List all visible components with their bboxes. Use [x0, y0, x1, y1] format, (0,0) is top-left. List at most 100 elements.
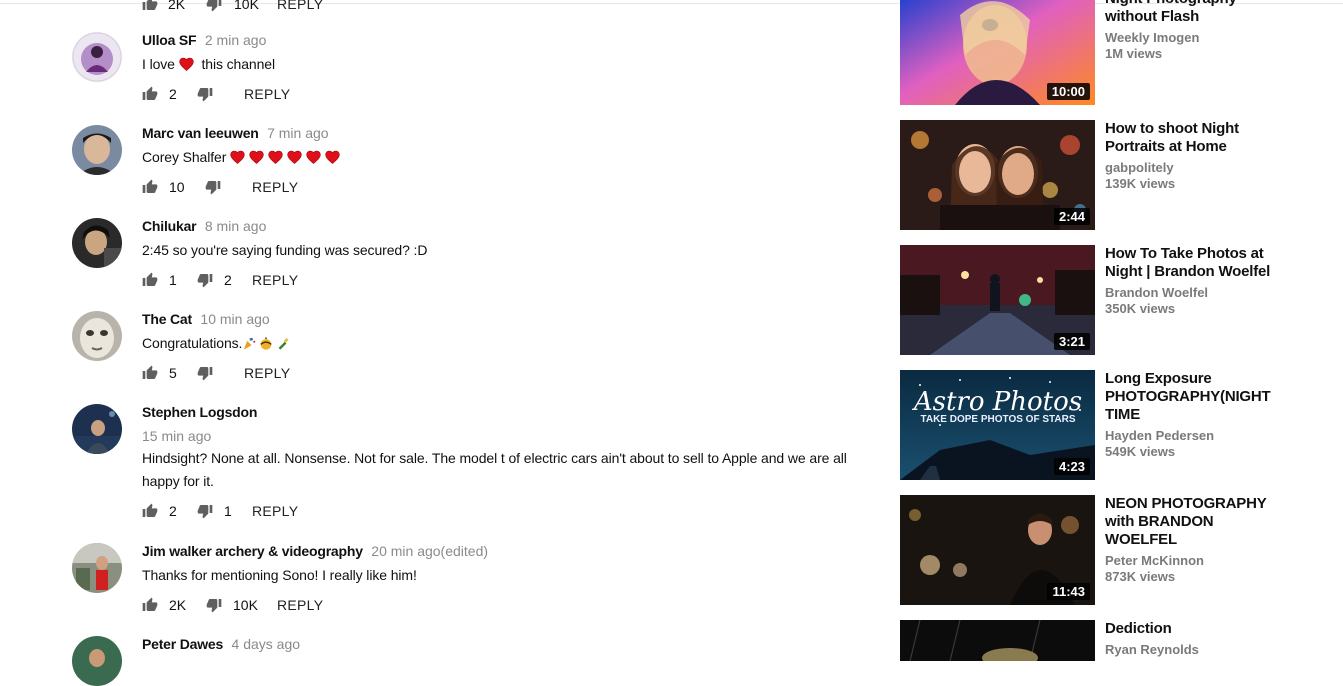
- video-title[interactable]: How To Take Photos at Night | Brandon Wo…: [1105, 245, 1275, 281]
- video-thumbnail[interactable]: 10:00: [900, 0, 1095, 105]
- comment-time[interactable]: 2 min ago: [205, 32, 266, 48]
- comment-author[interactable]: Chilukar: [142, 218, 197, 234]
- channel-name[interactable]: Weekly Imogen: [1105, 30, 1275, 46]
- dislike-count: 1: [224, 503, 232, 519]
- comment-actions: 2K 10K REPLY: [142, 593, 872, 617]
- comment-author[interactable]: Jim walker archery & videography: [142, 543, 363, 559]
- heart-emoji-icon: [179, 57, 194, 71]
- like-icon[interactable]: [142, 0, 158, 12]
- like-icon[interactable]: [142, 365, 158, 381]
- avatar[interactable]: [72, 32, 122, 82]
- avatar[interactable]: [72, 404, 122, 454]
- comment-time[interactable]: 8 min ago: [205, 218, 266, 234]
- comment-author[interactable]: Marc van leeuwen: [142, 125, 259, 141]
- video-thumbnail[interactable]: 11:43: [900, 495, 1095, 605]
- channel-name[interactable]: gabpolitely: [1105, 160, 1275, 176]
- comment-actions: 2 REPLY: [142, 82, 872, 106]
- view-count: 350K views: [1105, 301, 1176, 316]
- comment-time[interactable]: 15 min ago: [142, 428, 872, 444]
- related-video[interactable]: 3:21 How To Take Photos at Night | Brand…: [900, 245, 1343, 355]
- like-count: 2K: [169, 597, 187, 613]
- comment-time[interactable]: 10 min ago: [200, 311, 269, 327]
- video-title[interactable]: NEON PHOTOGRAPHY with BRANDON WOELFEL: [1105, 495, 1275, 549]
- reply-button[interactable]: REPLY: [252, 175, 298, 199]
- comment-time[interactable]: 20 min ago(edited): [371, 543, 488, 559]
- video-duration: 10:00: [1046, 83, 1090, 100]
- comment-time[interactable]: 4 days ago: [232, 636, 301, 652]
- dislike-icon[interactable]: [206, 597, 222, 613]
- dislike-icon[interactable]: [206, 0, 222, 12]
- like-icon[interactable]: [142, 503, 158, 519]
- avatar[interactable]: [72, 311, 122, 361]
- video-thumbnail[interactable]: 3:21: [900, 245, 1095, 355]
- comment-actions: 5 REPLY: [142, 361, 872, 385]
- heart-emoji-icon: [325, 150, 340, 164]
- comment-author[interactable]: The Cat: [142, 311, 192, 327]
- like-icon[interactable]: [142, 272, 158, 288]
- video-title[interactable]: Long Exposure PHOTOGRAPHY(NIGHT TIME: [1105, 370, 1275, 424]
- avatar[interactable]: [72, 125, 122, 175]
- comment-time[interactable]: 7 min ago: [267, 125, 328, 141]
- dislike-icon[interactable]: [197, 272, 213, 288]
- related-video[interactable]: 11:43 NEON PHOTOGRAPHY with BRANDON WOEL…: [900, 495, 1343, 605]
- reply-button[interactable]: REPLY: [244, 82, 290, 106]
- channel-name[interactable]: Hayden Pedersen: [1105, 428, 1275, 444]
- like-icon[interactable]: [142, 597, 158, 613]
- avatar[interactable]: [72, 636, 122, 686]
- channel-name[interactable]: Ryan Reynolds: [1105, 642, 1275, 658]
- dislike-count: 2: [224, 272, 232, 288]
- comment-text: I love this channel: [142, 53, 872, 76]
- comment-text-part: Corey Shalfer: [142, 149, 227, 165]
- video-title[interactable]: Dediction: [1105, 620, 1275, 638]
- dislike-icon[interactable]: [197, 86, 213, 102]
- related-video[interactable]: Dediction Ryan Reynolds: [900, 620, 1343, 661]
- comment-author[interactable]: Peter Dawes: [142, 636, 223, 652]
- comment-actions: 1 2 REPLY: [142, 268, 872, 292]
- heart-emoji-icon: [249, 150, 264, 164]
- view-count: 873K views: [1105, 569, 1176, 584]
- thumbnail-text: Astro Photos: [912, 387, 1082, 417]
- video-duration: 3:21: [1053, 333, 1090, 350]
- reply-button[interactable]: REPLY: [277, 593, 323, 617]
- comment-author[interactable]: Ulloa SF: [142, 32, 197, 48]
- avatar[interactable]: [72, 543, 122, 593]
- related-video[interactable]: Astro Photos TAKE DOPE PHOTOS OF STARS 4…: [900, 370, 1343, 480]
- view-count: 139K views: [1105, 176, 1176, 191]
- bottle-icon: [278, 337, 289, 350]
- reply-button[interactable]: REPLY: [277, 0, 323, 16]
- avatar-image: [72, 125, 122, 175]
- thumbnail-image: [900, 620, 1095, 661]
- comment-text: 2:45 so you're saying funding was secure…: [142, 242, 428, 258]
- video-title[interactable]: Night Photography - without Flash: [1105, 0, 1275, 26]
- dislike-icon[interactable]: [197, 503, 213, 519]
- reply-button[interactable]: REPLY: [244, 361, 290, 385]
- video-thumbnail[interactable]: 2:44: [900, 120, 1095, 230]
- like-icon[interactable]: [142, 86, 158, 102]
- reply-button[interactable]: REPLY: [252, 268, 298, 292]
- heart-emoji-icon: [230, 150, 245, 164]
- dislike-icon[interactable]: [205, 179, 221, 195]
- comment-author[interactable]: Stephen Logsdon: [142, 404, 257, 420]
- related-video[interactable]: 2:44 How to shoot Night Portraits at Hom…: [900, 120, 1343, 230]
- video-thumbnail[interactable]: Astro Photos TAKE DOPE PHOTOS OF STARS 4…: [900, 370, 1095, 480]
- comment-actions: 2K 10K REPLY: [142, 0, 872, 16]
- avatar-image: [72, 543, 122, 593]
- avatar[interactable]: [72, 218, 122, 268]
- related-video[interactable]: 10:00 Night Photography - without Flash …: [900, 0, 1343, 105]
- like-icon[interactable]: [142, 179, 158, 195]
- comment-text-part: Congratulations.: [142, 335, 243, 351]
- comment-text-part: this channel: [201, 56, 275, 72]
- heart-emoji-icon: [287, 150, 302, 164]
- video-duration: 2:44: [1053, 208, 1090, 225]
- channel-name[interactable]: Brandon Woelfel: [1105, 285, 1275, 301]
- dislike-icon[interactable]: [197, 365, 213, 381]
- video-title[interactable]: How to shoot Night Portraits at Home: [1105, 120, 1275, 156]
- channel-name[interactable]: Peter McKinnon: [1105, 553, 1275, 569]
- dislike-count: 10K: [234, 0, 259, 12]
- comment-text-part: I love: [142, 56, 175, 72]
- reply-button[interactable]: REPLY: [252, 499, 298, 523]
- video-duration: 11:43: [1047, 583, 1090, 600]
- party-popper-icon: [244, 337, 256, 350]
- video-thumbnail[interactable]: [900, 620, 1095, 661]
- dislike-count: 10K: [233, 597, 258, 613]
